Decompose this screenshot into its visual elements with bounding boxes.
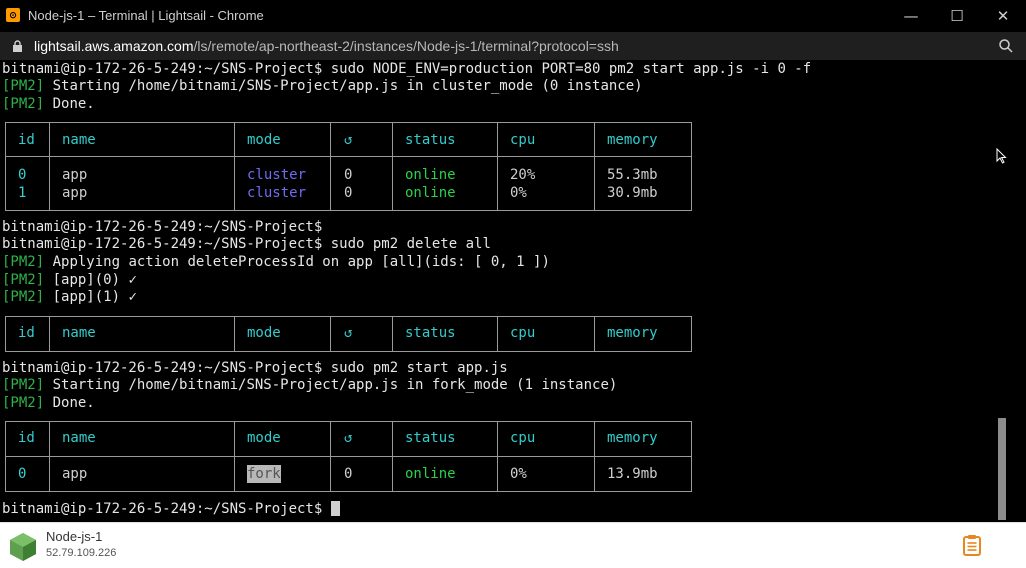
- pm2-process-table: id name mode ↺ status cpu memory 0 app c…: [5, 122, 692, 211]
- terminal-line: bitnami@ip-172-26-5-249:~/SNS-Project$ s…: [2, 61, 812, 77]
- terminal-line: [PM2] Applying action deleteProcessId on…: [2, 254, 550, 270]
- terminal-line: [PM2] [app](0) ✓: [2, 272, 137, 288]
- terminal-line: [PM2] [app](1) ✓: [2, 289, 137, 305]
- pm2-process-table-empty: id name mode ↺ status cpu memory: [5, 316, 692, 352]
- minimize-button[interactable]: —: [888, 0, 934, 32]
- nodejs-icon: [10, 533, 36, 561]
- instance-ip: 52.79.109.226: [46, 547, 117, 559]
- text-cursor: [330, 501, 340, 516]
- close-button[interactable]: ✕: [980, 0, 1026, 32]
- mouse-pointer-icon: [996, 148, 1007, 164]
- lightsail-icon: ⊙: [6, 8, 20, 22]
- terminal-line: [PM2] Starting /home/bitnami/SNS-Project…: [2, 377, 618, 393]
- terminal-line: bitnami@ip-172-26-5-249:~/SNS-Project$ s…: [2, 360, 508, 376]
- terminal-output[interactable]: bitnami@ip-172-26-5-249:~/SNS-Project$ s…: [0, 60, 1026, 522]
- window-title: Node-js-1 – Terminal | Lightsail - Chrom…: [28, 8, 264, 23]
- url-path: /ls/remote/ap-northeast-2/instances/Node…: [193, 38, 619, 54]
- clipboard-icon[interactable]: [963, 534, 981, 556]
- maximize-button[interactable]: ☐: [934, 0, 980, 32]
- terminal-scrollbar[interactable]: [996, 60, 1010, 522]
- terminal-line: [PM2] Done.: [2, 96, 95, 112]
- terminal-line: [PM2] Done.: [2, 395, 95, 411]
- terminal-line: [PM2] Starting /home/bitnami/SNS-Project…: [2, 78, 643, 94]
- instance-name: Node-js-1: [46, 529, 103, 544]
- search-icon[interactable]: [998, 38, 1014, 54]
- instance-footer: Node-js-1 52.79.109.226: [0, 522, 1026, 568]
- terminal-line: bitnami@ip-172-26-5-249:~/SNS-Project$ s…: [2, 236, 491, 252]
- url-host: lightsail.aws.amazon.com: [34, 38, 194, 54]
- lock-icon: [13, 40, 22, 52]
- url-text[interactable]: lightsail.aws.amazon.com/ls/remote/ap-no…: [34, 38, 619, 54]
- scrollbar-thumb[interactable]: [998, 418, 1006, 520]
- terminal-line: bitnami@ip-172-26-5-249:~/SNS-Project$: [2, 219, 323, 235]
- address-bar[interactable]: lightsail.aws.amazon.com/ls/remote/ap-no…: [0, 32, 1026, 60]
- pm2-process-table: id name mode ↺ status cpu memory 0 app f…: [5, 421, 692, 492]
- terminal-prompt-line[interactable]: bitnami@ip-172-26-5-249:~/SNS-Project$: [2, 500, 340, 518]
- window-title-bar: ⊙ Node-js-1 – Terminal | Lightsail - Chr…: [0, 0, 1026, 32]
